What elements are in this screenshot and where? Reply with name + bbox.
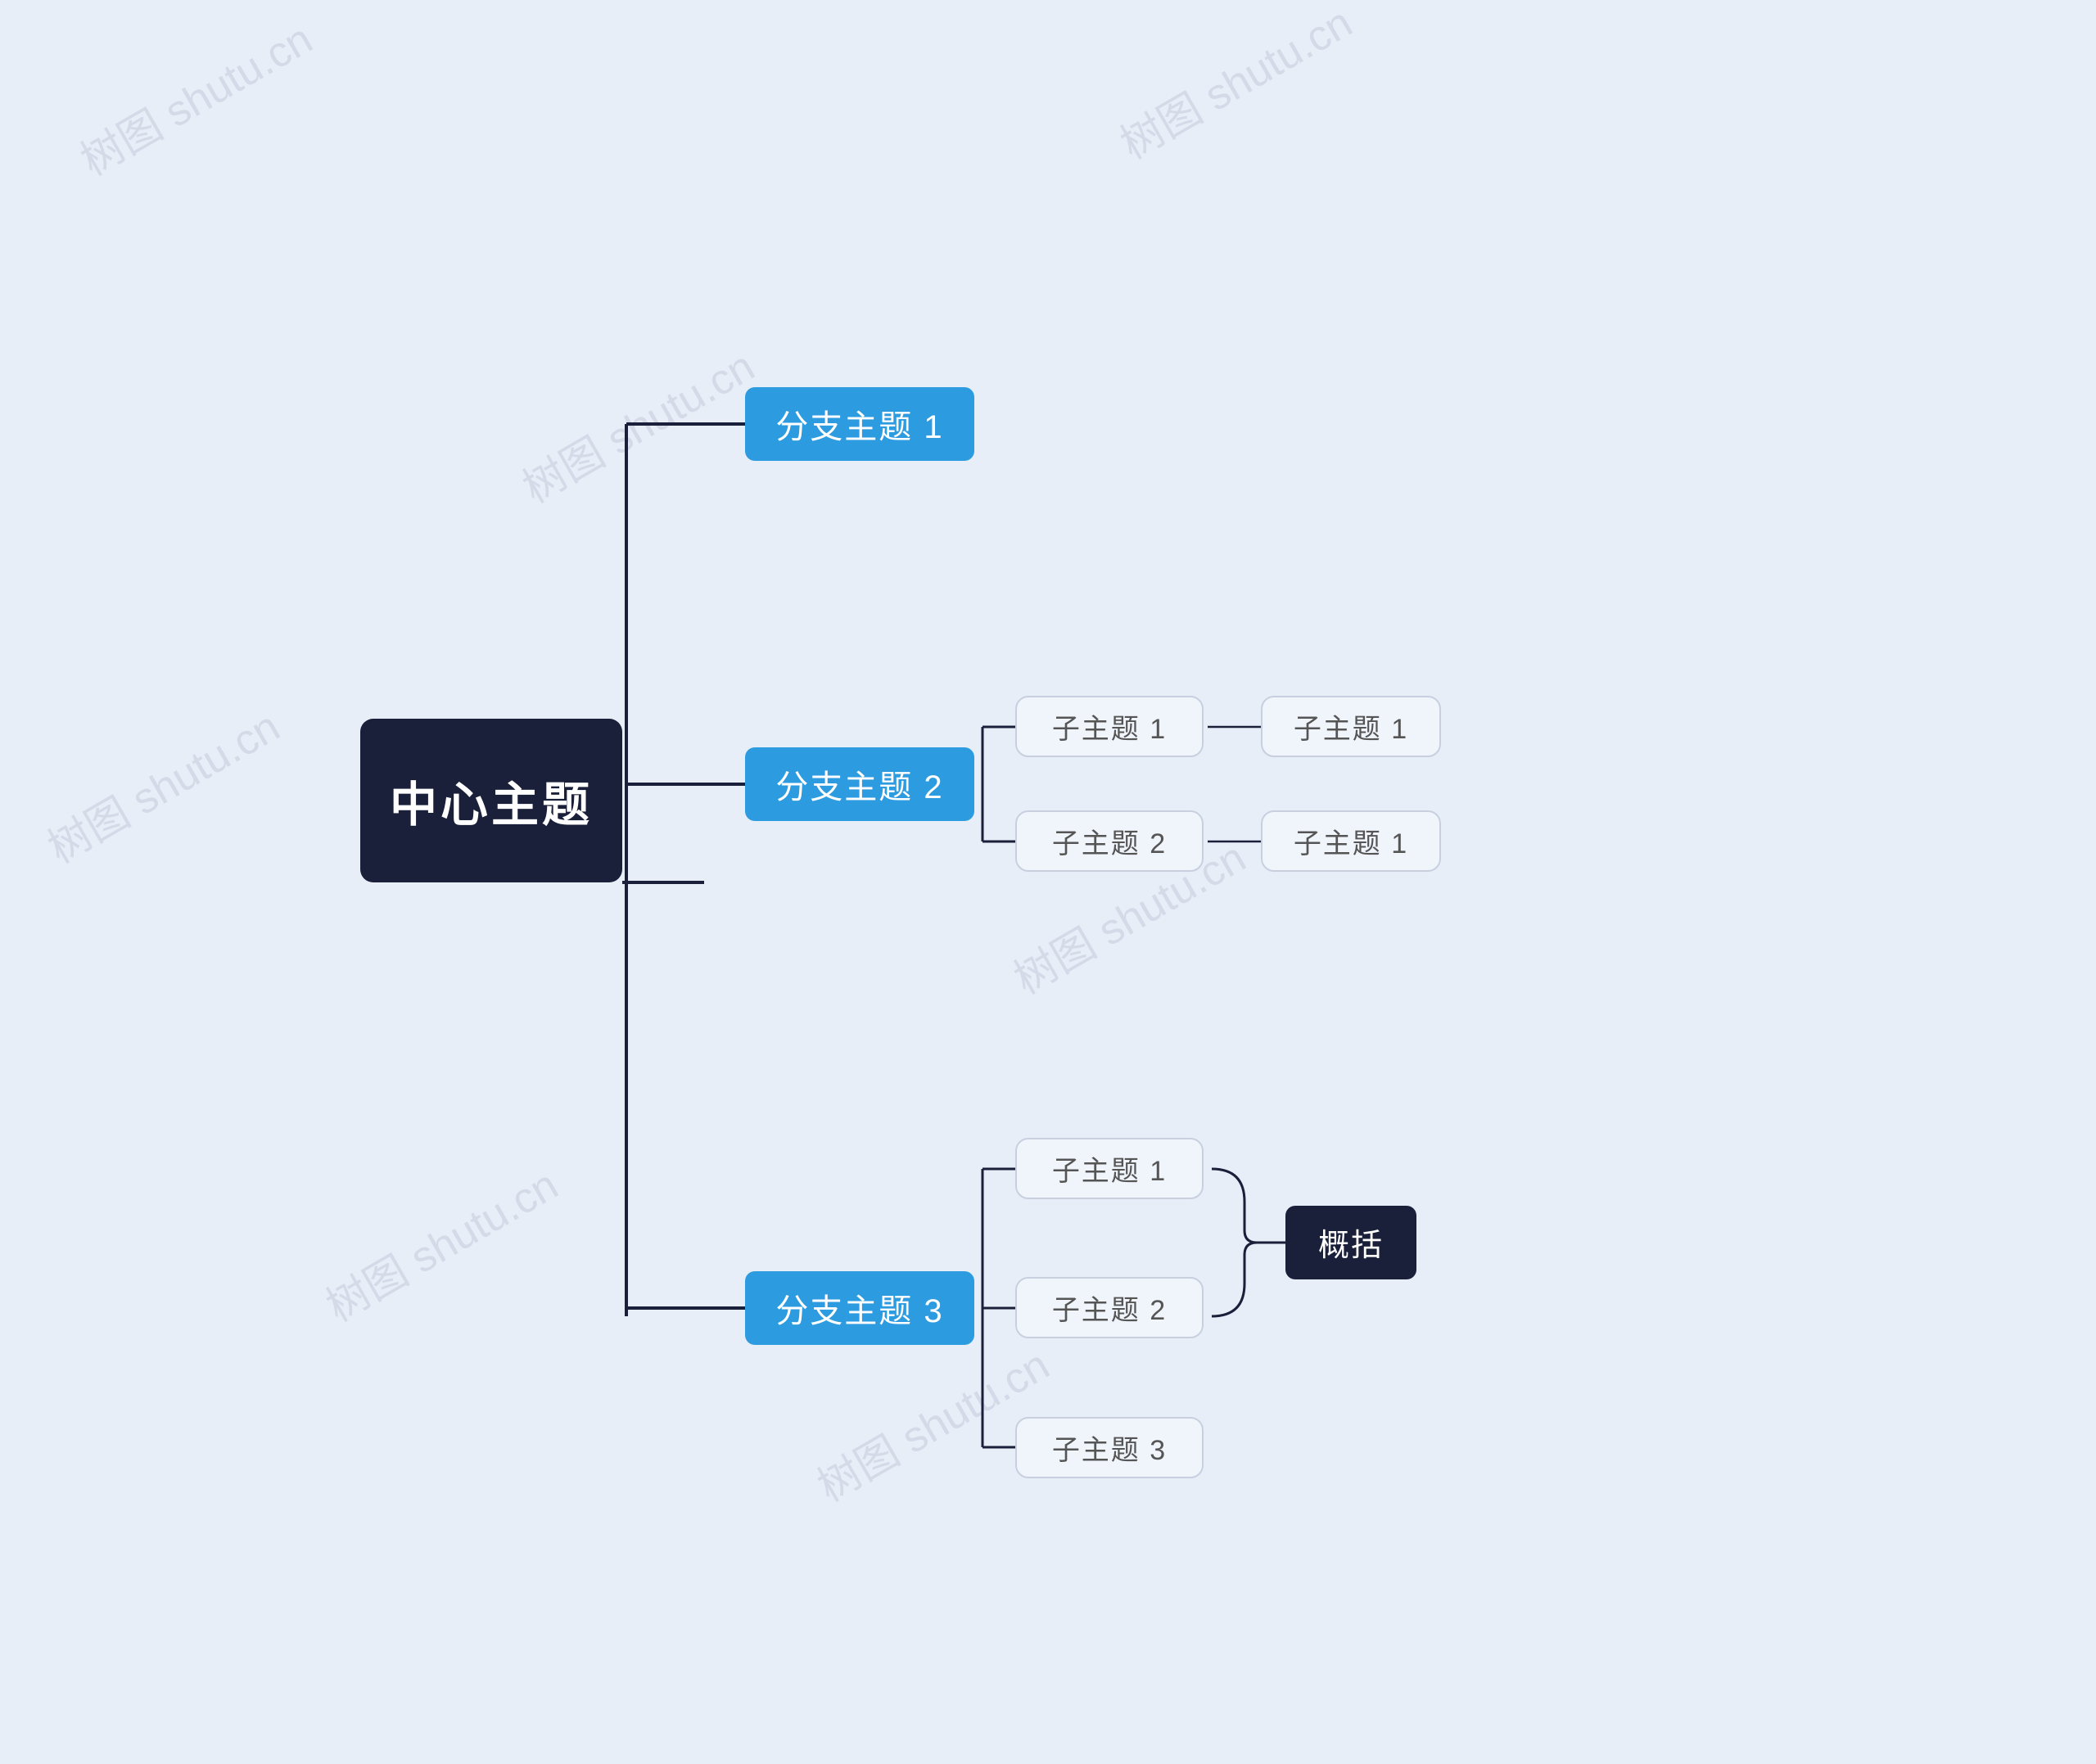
leaf-s2-label: 子主题 1 — [1294, 821, 1408, 861]
center-node[interactable]: 中心主题 — [360, 719, 622, 882]
watermark-2: 树图 shutu.cn — [1107, 0, 1361, 171]
branch-2-label: 分支主题 2 — [775, 760, 943, 808]
watermark-1: 树图 shutu.cn — [67, 5, 321, 187]
leaf-node-s1[interactable]: 子主题 1 — [1261, 696, 1441, 757]
sub-node-b3-2[interactable]: 子主题 2 — [1015, 1277, 1204, 1338]
summary-label: 概括 — [1318, 1220, 1384, 1265]
branch-1-label: 分支主题 1 — [775, 400, 943, 448]
leaf-s1-label: 子主题 1 — [1294, 706, 1408, 747]
sub-b3-1-label: 子主题 1 — [1052, 1148, 1167, 1189]
connectors-svg — [311, 187, 1785, 1578]
sub-node-b3-1[interactable]: 子主题 1 — [1015, 1138, 1204, 1199]
branch-node-2[interactable]: 分支主题 2 — [745, 747, 974, 821]
sub-node-b2-2[interactable]: 子主题 2 — [1015, 810, 1204, 872]
watermark-4: 树图 shutu.cn — [34, 693, 288, 874]
mind-map: 中心主题 分支主题 1 分支主题 2 分支主题 3 子主题 1 子主题 2 子主… — [311, 187, 1785, 1578]
leaf-node-s2[interactable]: 子主题 1 — [1261, 810, 1441, 872]
sub-b3-3-label: 子主题 3 — [1052, 1428, 1167, 1468]
sub-b2-2-label: 子主题 2 — [1052, 821, 1167, 861]
sub-b3-2-label: 子主题 2 — [1052, 1288, 1167, 1328]
branch-node-3[interactable]: 分支主题 3 — [745, 1271, 974, 1345]
center-label: 中心主题 — [390, 766, 593, 835]
branch-node-1[interactable]: 分支主题 1 — [745, 387, 974, 461]
sub-b2-1-label: 子主题 1 — [1052, 706, 1167, 747]
sub-node-b2-1[interactable]: 子主题 1 — [1015, 696, 1204, 757]
branch-3-label: 分支主题 3 — [775, 1284, 943, 1332]
summary-node[interactable]: 概括 — [1285, 1206, 1416, 1279]
sub-node-b3-3[interactable]: 子主题 3 — [1015, 1417, 1204, 1478]
